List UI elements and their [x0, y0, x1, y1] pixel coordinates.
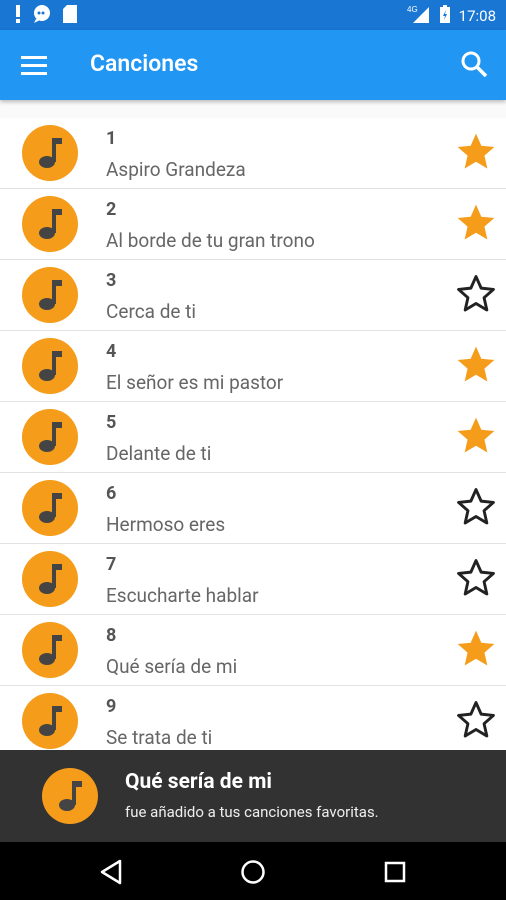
music-note-icon — [39, 351, 62, 381]
music-note-icon — [39, 422, 62, 452]
snackbar: Qué sería de mi fue añadido a tus cancio… — [0, 750, 506, 842]
star-outline-icon[interactable] — [454, 698, 498, 742]
search-button[interactable] — [456, 46, 492, 82]
song-avatar — [22, 409, 78, 465]
song-number: 8 — [106, 625, 117, 646]
snackbar-title: Qué sería de mi — [125, 770, 272, 794]
song-avatar — [22, 125, 78, 181]
song-title: Cerca de ti — [106, 300, 197, 323]
song-avatar — [22, 338, 78, 394]
song-avatar — [22, 622, 78, 678]
song-avatar — [22, 551, 78, 607]
song-list: 1 Aspiro Grandeza 2 Al borde de tu gran … — [0, 118, 506, 750]
song-title: Delante de ti — [106, 442, 212, 465]
song-number: 7 — [106, 554, 117, 575]
star-filled-icon[interactable] — [454, 414, 498, 458]
home-icon — [241, 860, 265, 884]
status-time: 17:08 — [458, 7, 496, 25]
song-row[interactable]: 5 Delante de ti — [0, 402, 506, 473]
music-note-icon — [59, 781, 82, 811]
network-type: 4G — [407, 5, 418, 14]
song-avatar — [22, 267, 78, 323]
song-title: Escucharte hablar — [106, 584, 259, 607]
music-note-icon — [39, 280, 62, 310]
song-number: 1 — [106, 128, 117, 149]
song-row[interactable]: 2 Al borde de tu gran trono — [0, 189, 506, 260]
chat-icon — [32, 4, 52, 28]
hamburger-icon — [21, 56, 47, 75]
song-avatar — [22, 480, 78, 536]
song-title: Qué sería de mi — [106, 655, 238, 678]
music-note-icon — [39, 564, 62, 594]
star-outline-icon[interactable] — [454, 556, 498, 600]
song-row[interactable]: 1 Aspiro Grandeza — [0, 118, 506, 189]
search-icon — [461, 51, 488, 78]
recents-icon — [384, 861, 406, 883]
star-filled-icon[interactable] — [454, 627, 498, 671]
signal-icon: 4G — [407, 4, 431, 28]
star-outline-icon[interactable] — [454, 272, 498, 316]
star-filled-icon[interactable] — [454, 130, 498, 174]
song-title: Al borde de tu gran trono — [106, 229, 315, 252]
song-number: 5 — [106, 412, 117, 433]
star-outline-icon[interactable] — [454, 485, 498, 529]
music-note-icon — [39, 209, 62, 239]
home-button[interactable] — [236, 855, 270, 889]
song-title: Se trata de ti — [106, 726, 213, 749]
song-title: Hermoso eres — [106, 513, 226, 536]
song-number: 6 — [106, 483, 117, 504]
recents-button[interactable] — [378, 855, 412, 889]
navigation-bar — [0, 842, 506, 900]
back-button[interactable] — [94, 855, 128, 889]
song-row[interactable]: 9 Se trata de ti — [0, 686, 506, 750]
music-note-icon — [39, 706, 62, 736]
song-row[interactable]: 3 Cerca de ti — [0, 260, 506, 331]
song-number: 4 — [106, 341, 117, 362]
song-row[interactable]: 4 El señor es mi pastor — [0, 331, 506, 402]
alert-icon — [14, 4, 22, 28]
status-left-icons — [14, 4, 78, 28]
song-avatar — [22, 196, 78, 252]
app-bar: Canciones — [0, 30, 506, 100]
song-title: Aspiro Grandeza — [106, 158, 246, 181]
snackbar-message: fue añadido a tus canciones favoritas. — [125, 803, 379, 821]
music-note-icon — [39, 635, 62, 665]
song-row[interactable]: 6 Hermoso eres — [0, 473, 506, 544]
song-avatar — [22, 693, 78, 749]
song-title: El señor es mi pastor — [106, 371, 284, 394]
star-filled-icon[interactable] — [454, 201, 498, 245]
page-title: Canciones — [90, 50, 199, 77]
battery-icon — [439, 4, 451, 28]
song-number: 3 — [106, 270, 117, 291]
star-filled-icon[interactable] — [454, 343, 498, 387]
song-row[interactable]: 7 Escucharte hablar — [0, 544, 506, 615]
status-right-icons: 4G 17:08 — [407, 4, 496, 28]
song-number: 2 — [106, 199, 117, 220]
music-note-icon — [39, 138, 62, 168]
sd-card-icon — [62, 4, 78, 28]
music-note-icon — [39, 493, 62, 523]
menu-button[interactable] — [16, 48, 52, 82]
song-row[interactable]: 8 Qué sería de mi — [0, 615, 506, 686]
status-bar: 4G 17:08 — [0, 0, 506, 30]
snackbar-avatar — [42, 768, 98, 824]
song-number: 9 — [106, 696, 117, 717]
back-icon — [100, 859, 122, 885]
